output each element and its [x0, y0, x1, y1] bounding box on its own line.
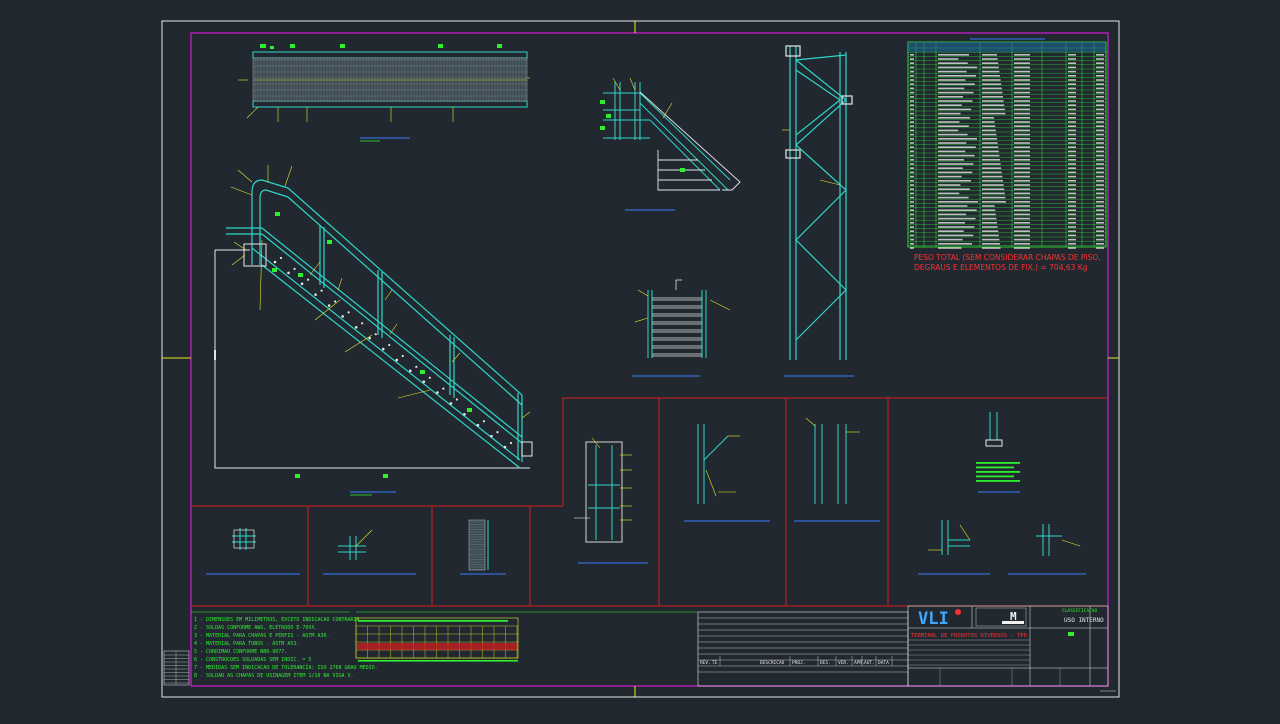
general-note-line: 2 - SOLDAS CONFORME AWS, ELETRODO E-70XX… [194, 625, 317, 631]
title-block: VLI M CLASSIFICACAO USO INTERNO TERMINAL… [907, 605, 1109, 687]
handrail-truss-view [785, 45, 853, 360]
stringer-section-detail [794, 417, 880, 522]
general-note-line: 6 - CONSTRUCOES SOLDADAS SEM INDIC. = 5 [194, 657, 311, 663]
stair-elevation [214, 165, 533, 496]
classification-label: CLASSIFICACAO [1062, 608, 1098, 614]
cad-drawing-viewport[interactable]: PESO TOTAL (SEM CONSIDERAR CHAPAS DE PIS… [0, 0, 1280, 720]
steel-stair-drawing: PESO TOTAL (SEM CONSIDERAR CHAPAS DE PIS… [161, 20, 1120, 698]
step-section-view [632, 279, 731, 377]
general-note-line: 1 - DIMENSOES EM MILIMETROS, EXCETO INDI… [194, 617, 363, 623]
weight-note-line2: DEGRAUS E ELEMENTOS DE FIX.) = 704,63 Kg [914, 263, 1088, 272]
bottom-detail-1 [206, 528, 300, 575]
handrail-bracket-detail [684, 424, 770, 522]
bill-of-materials-table[interactable] [907, 38, 1107, 249]
revision-header: DES. [820, 660, 831, 666]
revision-header: DESCRICAO [760, 660, 785, 666]
scale-legend-block [163, 650, 190, 686]
revision-block[interactable]: REV. TE DESCRICAO PROJ. DES. VER. APR. AUT. DATA [697, 611, 909, 687]
client-logo-text: VLI [918, 609, 949, 629]
client-logo: VLI [918, 609, 961, 629]
general-note-line: 3 - MATERIAL PARA CHAPAS E PERFIS - ASTM… [194, 633, 329, 639]
platform-top-view [238, 44, 530, 142]
drawing-title: TERMINAL DE PRODUTOS DIVERSOS - TPD [911, 633, 1027, 639]
tolerance-table[interactable] [355, 611, 698, 662]
weight-note-line1: PESO TOTAL (SEM CONSIDERAR CHAPAS DE PIS… [914, 253, 1101, 262]
anchor-detail [976, 412, 1020, 493]
revision-header: AUT. [864, 660, 875, 666]
general-note-line: 5 - CORRIMAO CONFORME NBR-9077. [194, 649, 287, 655]
stair-side-detail [600, 77, 741, 211]
classification-value: USO INTERNO [1064, 617, 1104, 624]
revision-header: VER. [838, 660, 849, 666]
drawing-frame [190, 32, 1109, 687]
bottom-detail-2 [323, 529, 416, 575]
general-note-line: 4 - MATERIAL PARA TUBOS - ASTM A53. [194, 641, 299, 647]
notes-section: 1 - DIMENSOES EM MILIMETROS, EXCETO INDI… [191, 611, 378, 679]
weld-detail-left [918, 520, 990, 575]
detail-section-lines [191, 397, 1108, 607]
general-note-line: 7 - MEDIDAS SEM INDICACAO DE TOLERANCIA:… [194, 665, 378, 671]
revision-header: PROJ. [792, 660, 806, 666]
revision-header: REV. [700, 660, 711, 666]
revision-header: TE [712, 660, 718, 666]
revision-header: DATA [878, 660, 889, 666]
general-note-line: 8 - SOLDAR AS CHAPAS DE USINAGEM ITEM 1/… [194, 673, 354, 679]
weld-detail-right [1008, 524, 1086, 575]
company-logo: M [975, 607, 1027, 627]
post-base-detail [574, 437, 648, 564]
bottom-detail-3 [460, 519, 506, 575]
